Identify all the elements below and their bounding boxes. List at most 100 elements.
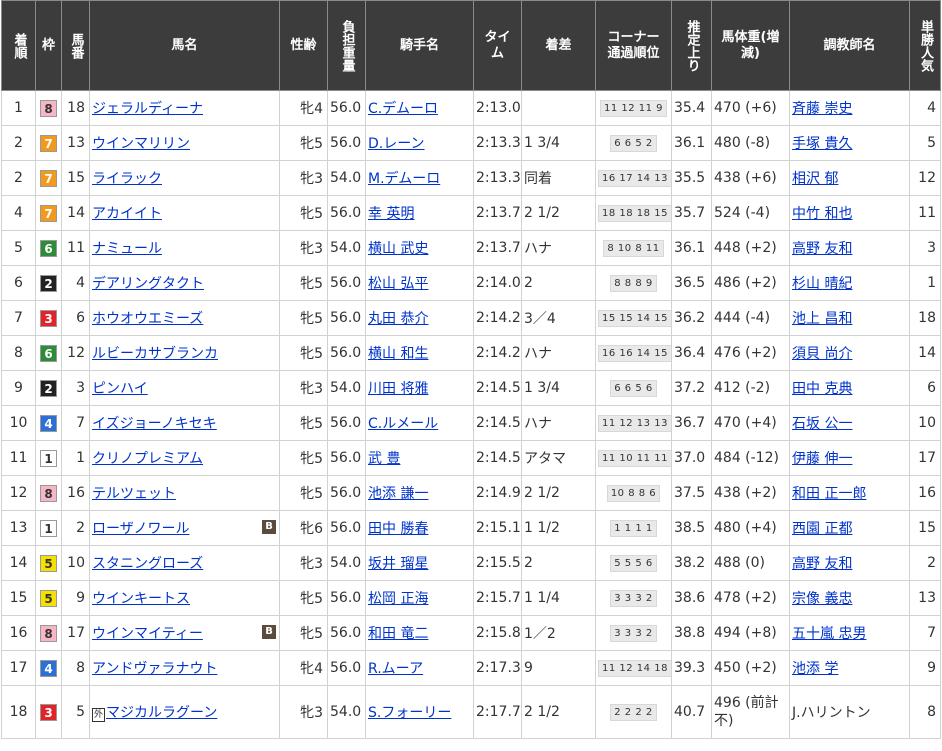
jockey-link[interactable]: R.ムーア: [368, 661, 423, 677]
jockey-link[interactable]: 横山 武史: [368, 241, 428, 257]
jockey-link[interactable]: 松山 弘平: [368, 276, 428, 292]
trainer-link[interactable]: 宗像 義忠: [792, 591, 852, 607]
horse-name-link[interactable]: マジカルラグーン: [106, 705, 217, 721]
trainer-link[interactable]: 石坂 公一: [792, 416, 852, 432]
corner-cell: 11 12 14 18: [595, 650, 672, 686]
horse-name-link[interactable]: ジェラルディーナ: [92, 101, 203, 117]
jockey-link[interactable]: D.レーン: [368, 136, 425, 152]
trainer-link[interactable]: 高野 友和: [792, 241, 852, 257]
header-horse[interactable]: 馬名: [89, 0, 280, 91]
table-row: 1 8 18 ジェラルディーナ 牝4 56.0 C.デムーロ 2:13.0 11 12 11 9…: [1, 90, 941, 126]
jockey-link[interactable]: M.デムーロ: [368, 171, 440, 187]
header-trainer[interactable]: 調教師名: [789, 0, 910, 91]
header-last3f[interactable]: 推定上り: [671, 0, 712, 91]
horse-name-link[interactable]: アカイイト: [92, 206, 162, 222]
jockey-link[interactable]: 松岡 正海: [368, 591, 428, 607]
jockey-link[interactable]: S.フォーリー: [368, 705, 451, 721]
trainer-link[interactable]: 相沢 郁: [792, 171, 838, 187]
last3f-cell: 37.2: [671, 370, 712, 406]
corner-cell: 15 15 14 15: [595, 300, 672, 336]
header-margin[interactable]: 着差: [521, 0, 596, 91]
trainer-link[interactable]: 和田 正一郎: [792, 486, 866, 502]
corner-cell: 5 5 5 6: [595, 545, 672, 581]
jockey-link[interactable]: 横山 和生: [368, 346, 428, 362]
time-cell: 2:13.3: [473, 125, 522, 161]
horse-name-link[interactable]: ウインキートス: [92, 591, 190, 607]
header-rank[interactable]: 着順: [1, 0, 36, 91]
trainer-link[interactable]: 杉山 晴紀: [792, 276, 852, 292]
umaban-cell: 2: [61, 510, 90, 546]
header-time[interactable]: タイム: [473, 0, 522, 91]
jockey-link[interactable]: C.ルメール: [368, 416, 438, 432]
corner-cell: 2 2 2 2: [595, 685, 672, 739]
header-umaban[interactable]: 馬番: [61, 0, 90, 91]
header-popularity[interactable]: 単勝人気: [909, 0, 941, 91]
sexage-cell: 牝3: [279, 545, 328, 581]
margin-cell: 1／2: [521, 615, 596, 651]
corner-positions: 8 10 8 11: [603, 240, 664, 257]
horse-name-link[interactable]: ピンハイ: [92, 381, 148, 397]
trainer-link[interactable]: 伊藤 伸一: [792, 451, 852, 467]
jockey-link[interactable]: 丸田 恭介: [368, 311, 428, 327]
trainer-link[interactable]: 五十嵐 忠男: [792, 626, 866, 642]
margin-cell: [521, 90, 596, 126]
trainer-link[interactable]: 池上 昌和: [792, 311, 852, 327]
trainer-link[interactable]: 高野 友和: [792, 556, 852, 572]
trainer-link[interactable]: 田中 克典: [792, 381, 852, 397]
horse-name-link[interactable]: ライラック: [92, 171, 162, 187]
trainer-link[interactable]: 須貝 尚介: [792, 346, 852, 362]
header-waku[interactable]: 枠: [35, 0, 62, 91]
weight-cell: 56.0: [327, 615, 366, 651]
table-row: 6 2 4 デアリングタクト 牝5 56.0 松山 弘平 2:14.0 2 8 8 8 9 36.5…: [1, 265, 941, 301]
horse-name-link[interactable]: スタニングローズ: [92, 556, 203, 572]
horse-name-cell: ウインマイティー B: [89, 615, 280, 651]
horse-name-link[interactable]: デアリングタクト: [92, 276, 204, 292]
horse-name-link[interactable]: ローザノワール: [92, 521, 189, 537]
time-cell: 2:17.7: [473, 685, 522, 739]
horse-name-link[interactable]: ホウオウエミーズ: [92, 311, 203, 327]
trainer-link[interactable]: 中竹 和也: [792, 206, 852, 222]
trainer-link[interactable]: 斉藤 崇史: [792, 101, 852, 117]
popularity-cell: 12: [909, 160, 941, 196]
jockey-link[interactable]: 幸 英明: [368, 206, 414, 222]
margin-cell: アタマ: [521, 440, 596, 476]
horse-name-link[interactable]: ナミュール: [92, 241, 162, 257]
jockey-link[interactable]: 田中 勝春: [368, 521, 428, 537]
header-weight[interactable]: 負担重量: [327, 0, 366, 91]
table-header-row: 着順 枠 馬番 馬名 性齢 負担重量 騎手名 タイム 着差 コーナー通過順位 推…: [1, 0, 941, 91]
horse-name-cell: ホウオウエミーズ: [89, 300, 280, 336]
horse-name-link[interactable]: テルツェット: [92, 486, 176, 502]
header-corner[interactable]: コーナー通過順位: [595, 0, 672, 91]
horse-name-link[interactable]: ルビーカサブランカ: [92, 346, 218, 362]
jockey-link[interactable]: 池添 謙一: [368, 486, 428, 502]
jockey-link[interactable]: 武 豊: [368, 451, 400, 467]
popularity-cell: 6: [909, 370, 941, 406]
umaban-cell: 18: [61, 90, 90, 126]
horse-name-link[interactable]: ウインマリリン: [92, 136, 190, 152]
header-sexage[interactable]: 性齢: [279, 0, 328, 91]
corner-cell: 3 3 3 2: [595, 615, 672, 651]
horse-name-link[interactable]: イズジョーノキセキ: [92, 416, 217, 432]
trainer-link[interactable]: 池添 学: [792, 661, 838, 677]
horse-name-link[interactable]: クリノプレミアム: [92, 451, 203, 467]
horse-name-link[interactable]: ウインマイティー: [92, 626, 203, 642]
header-bodyweight[interactable]: 馬体重(増減): [711, 0, 790, 91]
jockey-link[interactable]: 坂井 瑠星: [368, 556, 428, 572]
time-cell: 2:13.7: [473, 230, 522, 266]
corner-cell: 1 1 1 1: [595, 510, 672, 546]
trainer-cell: 須貝 尚介: [789, 335, 910, 371]
trainer-link[interactable]: 手塚 貴久: [792, 136, 852, 152]
waku-badge: 7: [40, 204, 57, 222]
trainer-link[interactable]: 西園 正都: [792, 521, 852, 537]
jockey-link[interactable]: 和田 竜二: [368, 626, 428, 642]
margin-cell: ハナ: [521, 405, 596, 441]
jockey-link[interactable]: 川田 将雅: [368, 381, 428, 397]
rank-cell: 15: [1, 580, 36, 616]
horse-name-link[interactable]: アンドヴァラナウト: [92, 661, 217, 677]
sexage-cell: 牝5: [279, 580, 328, 616]
popularity-cell: 18: [909, 300, 941, 336]
weight-cell: 56.0: [327, 510, 366, 546]
corner-cell: 6 6 5 6: [595, 370, 672, 406]
header-jockey[interactable]: 騎手名: [365, 0, 474, 91]
jockey-link[interactable]: C.デムーロ: [368, 101, 438, 117]
